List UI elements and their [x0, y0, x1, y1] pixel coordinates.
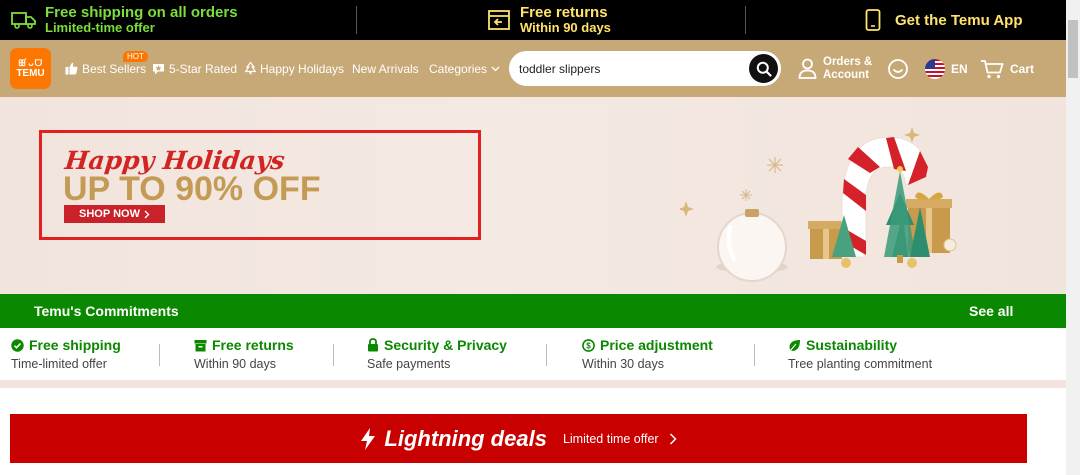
divider — [546, 344, 547, 366]
divider — [159, 344, 160, 366]
star-rating-icon — [153, 63, 164, 74]
promo-box[interactable]: Happy Holidays UP TO 90% OFF SHOP NOW — [39, 130, 481, 240]
commitment-sub: Within 90 days — [194, 357, 276, 371]
temu-logo[interactable]: ꕥᜒᴗᗜ TEMU — [10, 48, 51, 89]
commitment-title: Free returns — [212, 337, 294, 353]
shop-now-label: SHOP NOW — [79, 208, 140, 220]
truck-icon — [11, 12, 36, 29]
us-flag-icon — [925, 58, 945, 79]
commitment-sub: Time-limited offer — [11, 357, 107, 371]
chevron-right-icon — [669, 432, 677, 445]
divider — [745, 6, 746, 34]
get-app-text: Get the Temu App — [895, 11, 1023, 29]
return-box-icon — [488, 10, 510, 30]
cart-label: Cart — [1010, 61, 1035, 76]
commitment-sub: Tree planting commitment — [788, 357, 933, 371]
dollar-circle-icon: $ — [582, 338, 595, 352]
commitment-title: Sustainability — [806, 337, 898, 353]
lightning-deals-sub: Limited time offer — [562, 431, 659, 446]
user-icon — [798, 58, 817, 79]
search-bar — [509, 51, 781, 86]
commitment-title: Security & Privacy — [384, 337, 507, 353]
chat-support-icon — [888, 58, 908, 79]
commitments-title: Temu's Commitments — [34, 303, 179, 319]
logo-brand: TEMU — [16, 67, 45, 79]
language-selector[interactable]: EN — [925, 40, 968, 97]
banner-offer: UP TO 90% OFF — [63, 170, 321, 208]
divider — [333, 344, 334, 366]
phone-icon — [865, 9, 881, 31]
section-divider — [0, 380, 1066, 388]
snowflake-icon — [767, 157, 783, 173]
glass-ornament — [716, 209, 788, 282]
lock-icon — [368, 338, 378, 352]
promo-topbar: Free shipping on all orders Limited-time… — [0, 0, 1066, 40]
lightning-deals-banner[interactable]: Lightning deals Limited time offer — [10, 414, 1027, 463]
search-input[interactable] — [519, 59, 744, 79]
commitment-free-returns[interactable]: Free returns Within 90 days — [194, 336, 294, 371]
nav-best-sellers[interactable]: Best Sellers — [65, 40, 146, 97]
free-shipping-promo[interactable]: Free shipping on all orders Limited-time… — [11, 0, 238, 40]
divider — [356, 6, 357, 34]
check-circle-icon — [11, 338, 24, 352]
returns-sub-text: Within 90 days — [520, 20, 611, 35]
commitment-title: Free shipping — [29, 337, 121, 353]
svg-text:$: $ — [586, 341, 591, 350]
commitment-free-shipping[interactable]: Free shipping Time-limited offer — [11, 336, 121, 371]
get-app-link[interactable]: Get the Temu App — [865, 0, 1023, 40]
nav-happy-holidays-label: Happy Holidays — [260, 61, 345, 76]
chevron-right-icon — [144, 210, 150, 218]
divider — [754, 344, 755, 366]
search-icon — [756, 61, 772, 77]
return-box-icon — [194, 339, 207, 351]
commitment-title: Price adjustment — [600, 337, 713, 353]
holiday-illustration — [680, 127, 957, 282]
page-scrollbar[interactable] — [1066, 0, 1080, 475]
nav-categories[interactable]: Categories — [429, 40, 500, 97]
commitment-sustainability[interactable]: Sustainability Tree planting commitment — [788, 336, 932, 371]
nav-new-arrivals-label: New Arrivals — [352, 61, 419, 76]
lightning-bolt-icon — [361, 427, 376, 450]
orders-label: Orders & — [823, 55, 873, 68]
leaf-icon — [789, 339, 800, 351]
commitment-sub: Within 30 days — [582, 357, 664, 371]
holiday-banner[interactable]: Happy Holidays UP TO 90% OFF SHOP NOW — [0, 97, 1066, 294]
shipping-main-text: Free shipping on all orders — [45, 4, 238, 21]
nav-five-star-label: 5-Star Rated — [169, 61, 238, 76]
commitments-bar: Temu's Commitments See all — [0, 294, 1066, 328]
shop-now-button[interactable]: SHOP NOW — [64, 205, 165, 223]
main-header: ꕥᜒᴗᗜ TEMU Best Sellers HOT 5-Star Rated … — [0, 40, 1066, 97]
account-label: Account — [823, 68, 869, 81]
logo-glyphs: ꕥᜒᴗᗜ — [17, 57, 44, 68]
free-returns-promo[interactable]: Free returns Within 90 days — [487, 0, 611, 40]
commitment-sub: Safe payments — [367, 357, 451, 371]
shipping-sub-text: Limited-time offer — [45, 20, 155, 35]
gift-boxes — [808, 192, 952, 259]
nav-happy-holidays[interactable]: Happy Holidays — [245, 40, 344, 97]
cart-button[interactable]: Cart — [980, 40, 1034, 97]
hot-badge: HOT — [123, 51, 148, 62]
sparkle-icon — [680, 201, 694, 217]
search-button[interactable] — [749, 54, 778, 83]
support-chat-button[interactable] — [887, 40, 909, 97]
scrollbar-thumb[interactable] — [1068, 20, 1078, 78]
commitments-list: Free shipping Time-limited offer Free re… — [0, 328, 1066, 380]
nav-five-star[interactable]: 5-Star Rated — [152, 40, 237, 97]
christmas-tree-icon — [245, 62, 256, 75]
chevron-down-icon — [491, 66, 500, 71]
see-all-link[interactable]: See all — [969, 303, 1013, 319]
snowflake-icon — [740, 189, 752, 201]
commitment-price-adjustment[interactable]: $ Price adjustment Within 30 days — [582, 336, 713, 371]
lightning-deals-title: Lightning deals — [384, 425, 547, 451]
orders-account-link[interactable]: Orders & Account — [798, 40, 872, 97]
nav-best-sellers-label: Best Sellers — [82, 61, 147, 76]
commitment-security[interactable]: Security & Privacy Safe payments — [367, 336, 507, 371]
nav-new-arrivals[interactable]: New Arrivals — [352, 40, 419, 97]
returns-main-text: Free returns — [520, 4, 608, 21]
language-label: EN — [951, 61, 968, 76]
thumbs-up-icon — [65, 62, 78, 75]
cart-icon — [981, 59, 1004, 78]
nav-categories-label: Categories — [429, 61, 488, 76]
